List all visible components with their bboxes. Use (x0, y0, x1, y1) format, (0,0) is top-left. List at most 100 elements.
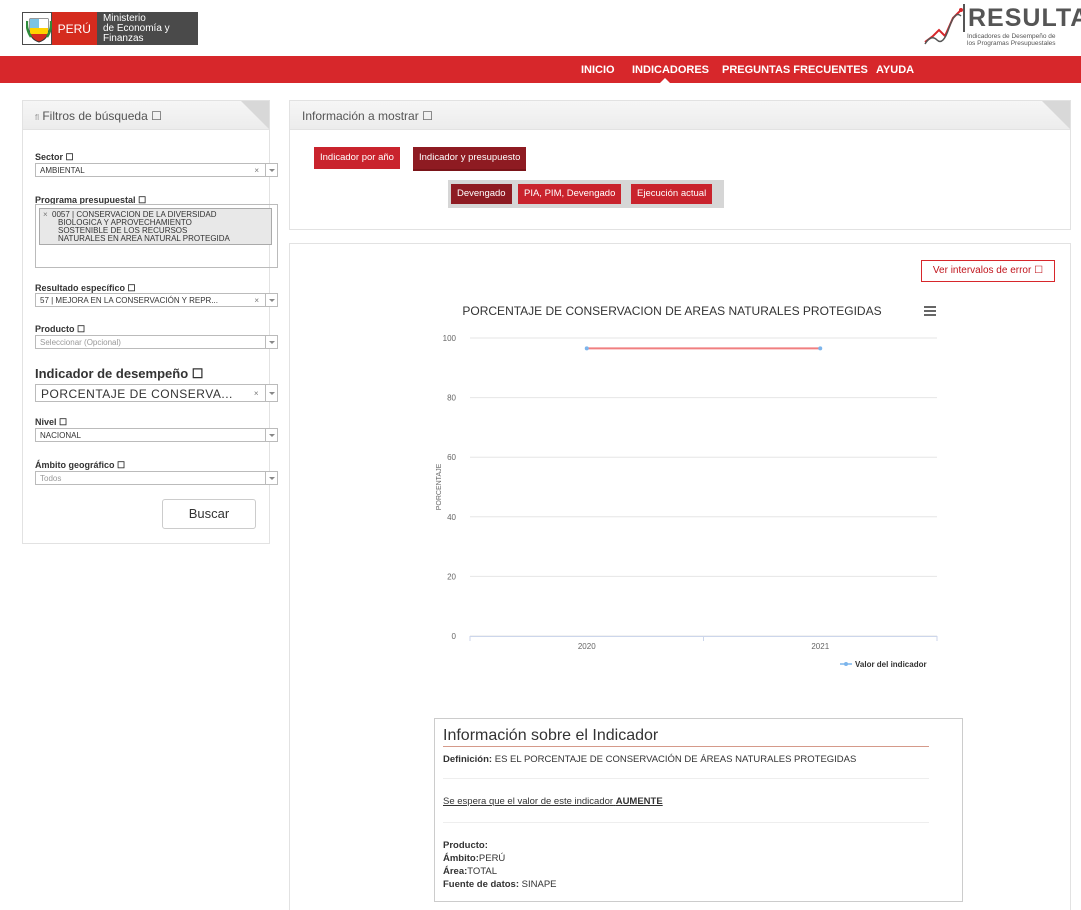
area-info-value: TOTAL (467, 866, 498, 877)
clear-icon[interactable]: × (254, 166, 259, 175)
main-nav: INICIO INDICADORES PREGUNTAS FRECUENTES … (0, 56, 1081, 83)
fuente-info-value: SINAPE (521, 879, 557, 890)
active-nav-indicator (660, 78, 670, 83)
chevron-down-icon[interactable] (265, 472, 277, 484)
ministry-name: Ministerio de Economía y Finanzas (97, 12, 198, 44)
info-icon: ☐ (77, 324, 86, 334)
resulta-wordmark: RESULTA (963, 4, 1081, 32)
error-intervals-label: Ver intervalos de error (932, 265, 1032, 276)
definicion-label: Definición: (443, 754, 493, 765)
resulta-subtitle-line-1: Indicadores de Desempeño de (967, 33, 1056, 40)
sector-value: AMBIENTAL (40, 166, 85, 175)
programa-chip[interactable]: × 0057 | CONSERVACION DE LA DIVERSIDAD B… (39, 208, 272, 245)
sector-select[interactable]: AMBIENTAL × (35, 163, 278, 177)
indicador-value: PORCENTAJE DE CONSERVA... (41, 387, 233, 401)
chevron-down-icon[interactable] (265, 164, 277, 176)
info-icon: ☐ (65, 152, 74, 162)
producto-info-label: Producto: (443, 840, 488, 851)
display-options-panel: Información a mostrar ☐ (289, 100, 1071, 230)
fuente-info-label: Fuente de datos: (443, 879, 520, 890)
chevron-down-icon[interactable] (265, 385, 277, 401)
filters-panel-header: fl Filtros de búsqueda ☐ (23, 101, 269, 130)
divider (443, 822, 929, 823)
producto-label-text: Producto (35, 324, 75, 334)
nav-preguntas-frecuentes[interactable]: PREGUNTAS FRECUENTES (722, 64, 868, 76)
resulta-logo[interactable]: RESULTA Indicadores de Desempeño de los … (923, 4, 1081, 48)
producto-label: Producto ☐ (35, 324, 85, 335)
panel-corner (1041, 101, 1070, 129)
programa-line: NATURALES EN AREA NATURAL PROTEGIDA (58, 234, 230, 243)
filters-title: Filtros de búsqueda (42, 109, 148, 123)
resulta-subtitle: Indicadores de Desempeño de los Programa… (967, 33, 1073, 47)
display-options-title: Información a mostrar (302, 109, 419, 123)
producto-select[interactable]: Seleccionar (Opcional) (35, 335, 278, 349)
remove-chip-icon[interactable]: × (43, 211, 48, 219)
nivel-value: NACIONAL (40, 431, 81, 440)
display-options-header: Información a mostrar ☐ (290, 101, 1070, 130)
ministry-logo[interactable]: PERÚ Ministerio de Economía y Finanzas (22, 12, 198, 45)
ambito-label-text: Ámbito geográfico (35, 460, 115, 470)
indicador-label: Indicador de desempeño ☐ (35, 366, 203, 382)
indicador-select[interactable]: PORCENTAJE DE CONSERVA... × (35, 384, 278, 402)
chevron-down-icon[interactable] (265, 294, 277, 306)
chart-title: PORCENTAJE DE CONSERVACION DE AREAS NATU… (462, 304, 882, 318)
subtab-ejecucion-actual[interactable]: Ejecución actual (631, 184, 713, 204)
subtab-devengado[interactable]: Devengado (451, 184, 512, 204)
definicion-value: ES EL PORCENTAJE DE CONSERVACIÓN DE ÁREA… (494, 754, 857, 765)
clear-icon[interactable]: × (254, 296, 259, 305)
area-info-label: Área: (443, 866, 468, 877)
ambito-value: Todos (40, 474, 62, 483)
resulta-subtitle-line-2: los Programas Presupuestales (967, 40, 1056, 47)
info-icon: ☐ (127, 283, 136, 293)
nav-inicio[interactable]: INICIO (581, 64, 615, 76)
info-icon: ☐ (191, 366, 204, 381)
info-icon: ☐ (59, 417, 68, 427)
area-text: Área:TOTAL (443, 866, 497, 877)
info-icon: ☐ (117, 460, 126, 470)
definicion-text: Definición: ES EL PORCENTAJE DE CONSERVA… (443, 754, 856, 765)
ambito-select[interactable]: Todos (35, 471, 278, 485)
indicator-info-box: Información sobre el Indicador Definició… (434, 718, 963, 902)
producto-text: Producto: (443, 840, 488, 851)
info-icon: ☐ (1034, 265, 1044, 276)
coat-of-arms-icon (22, 12, 52, 45)
nivel-select[interactable]: NACIONAL (35, 428, 278, 442)
info-icon: ☐ (422, 109, 433, 123)
indicador-label-text: Indicador de desempeño (35, 366, 189, 381)
ambito-info-label: Ámbito: (443, 853, 479, 864)
chart-menu-icon[interactable] (924, 306, 936, 316)
ministry-name-line-1: Ministerio (102, 12, 146, 24)
buscar-button[interactable]: Buscar (162, 499, 256, 529)
resultado-select[interactable]: 57 | MEJORA EN LA CONSERVACIÓN Y REPR...… (35, 293, 278, 307)
indicator-info-title: Información sobre el Indicador (443, 727, 659, 744)
chevron-down-icon[interactable] (265, 429, 277, 441)
sector-label: Sector ☐ (35, 152, 74, 163)
peru-label: PERÚ (51, 12, 97, 45)
programa-multiselect[interactable]: × 0057 | CONSERVACION DE LA DIVERSIDAD B… (35, 204, 278, 268)
nivel-label: Nivel ☐ (35, 417, 67, 428)
title-underline (443, 746, 929, 747)
top-header: PERÚ Ministerio de Economía y Finanzas R… (0, 0, 1081, 56)
subtab-pia-pim-devengado[interactable]: PIA, PIM, Devengado (518, 184, 622, 204)
ambito-info-value: PERÚ (478, 853, 506, 864)
nivel-label-text: Nivel (35, 417, 57, 427)
expectation-label: Se espera que el valor de este indicador (443, 796, 614, 807)
expectation-value: AUMENTE (615, 796, 663, 807)
producto-placeholder: Seleccionar (Opcional) (40, 338, 121, 347)
chevron-down-icon[interactable] (265, 336, 277, 348)
nav-ayuda[interactable]: AYUDA (876, 64, 914, 76)
sector-label-text: Sector (35, 152, 64, 162)
tab-indicador-y-presupuesto[interactable]: Indicador y presupuesto (413, 147, 527, 169)
nav-indicadores[interactable]: INDICADORES (632, 64, 709, 76)
resultado-value: 57 | MEJORA EN LA CONSERVACIÓN Y REPR... (40, 296, 218, 305)
ambito-text: Ámbito:PERÚ (443, 853, 505, 864)
error-intervals-button[interactable]: Ver intervalos de error ☐ (921, 260, 1055, 282)
panel-corner (240, 101, 269, 129)
tab-indicador-por-anio[interactable]: Indicador por año (314, 147, 400, 169)
clear-icon[interactable]: × (254, 389, 259, 398)
info-icon: ☐ (151, 109, 162, 123)
filter-icon: fl (35, 113, 39, 122)
fuente-text: Fuente de datos: SINAPE (443, 879, 557, 890)
resultado-label-text: Resultado específico (35, 283, 126, 293)
divider (443, 778, 929, 779)
